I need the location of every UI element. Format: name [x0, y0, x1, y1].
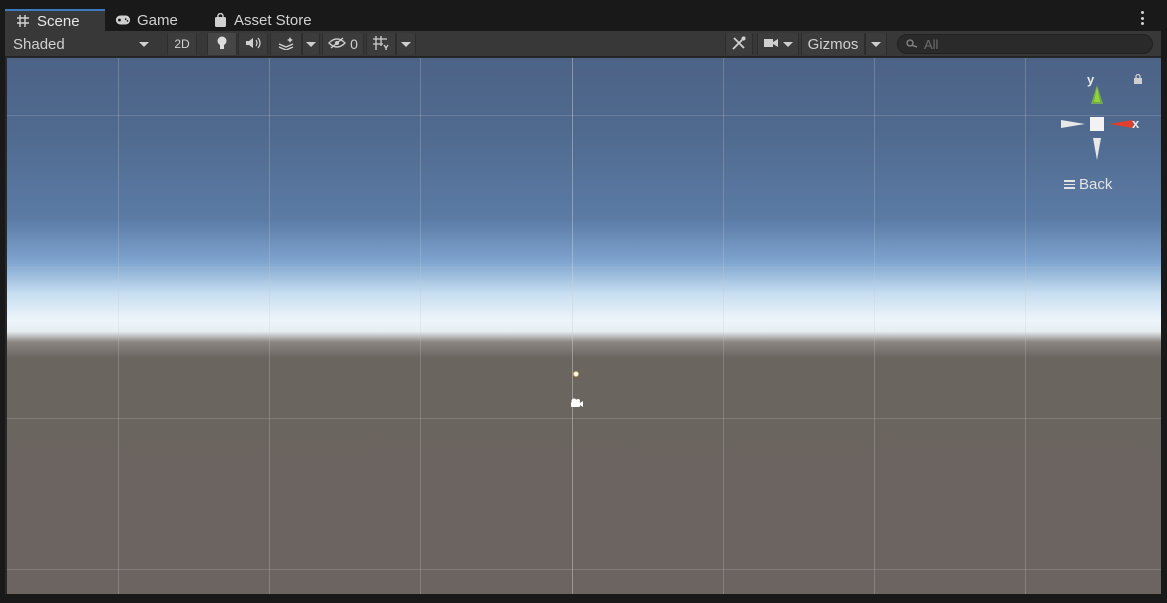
search-placeholder: All — [924, 36, 939, 52]
tools-button[interactable] — [725, 33, 753, 55]
axis-x-label: x — [1132, 116, 1140, 131]
tab-scene[interactable]: Scene — [5, 9, 105, 31]
scene-viewport[interactable]: y x Back — [7, 58, 1161, 594]
grid-line — [7, 115, 1161, 116]
tab-game[interactable]: Game — [105, 9, 188, 31]
grid-snap-icon — [372, 35, 390, 54]
toggle-2d-button[interactable]: 2D — [167, 33, 197, 55]
lighting-toggle-button[interactable] — [207, 33, 237, 55]
hidden-objects-toggle[interactable]: 0 — [322, 33, 364, 55]
grid-line — [1025, 58, 1026, 594]
scene-toolbar: Shaded 2D 0 Gizmos All — [5, 31, 1161, 57]
search-input[interactable]: All — [897, 34, 1153, 54]
grid-line — [118, 58, 119, 594]
tools-icon — [731, 35, 747, 54]
grid-line — [874, 58, 875, 594]
chevron-down-icon — [871, 41, 881, 47]
layers-sparkle-icon — [277, 36, 295, 53]
tab-game-label: Game — [137, 11, 178, 29]
grid-line — [7, 418, 1161, 419]
grid-line — [7, 267, 1161, 268]
gizmos-button[interactable]: Gizmos — [801, 33, 865, 55]
grid-line — [269, 58, 270, 594]
tab-asset-store-label: Asset Store — [234, 11, 312, 29]
gizmos-dropdown[interactable] — [865, 33, 887, 55]
scene-window: Scene Game Asset Store Shaded 2D 0 Gizmo… — [4, 4, 1162, 595]
effects-toggle-button[interactable] — [270, 33, 302, 55]
shopping-bag-icon — [212, 12, 228, 28]
camera-icon — [763, 37, 779, 52]
view-direction-label[interactable]: Back — [1064, 176, 1112, 193]
draw-mode-label: Shaded — [13, 35, 65, 53]
grid-icon — [15, 13, 31, 29]
chevron-down-icon — [306, 41, 316, 47]
menu-icon — [1064, 180, 1075, 189]
tab-bar: Scene Game Asset Store — [5, 5, 1161, 31]
directional-light-gizmo[interactable] — [573, 371, 579, 377]
grid-line — [572, 58, 573, 594]
tab-asset-store[interactable]: Asset Store — [202, 9, 322, 31]
grid-dropdown[interactable] — [396, 33, 416, 55]
chevron-down-icon — [139, 41, 149, 47]
search-icon — [906, 37, 918, 52]
axis-y-label: y — [1087, 72, 1095, 87]
lightbulb-icon — [216, 35, 228, 54]
camera-settings-dropdown[interactable] — [757, 33, 799, 55]
gamepad-icon — [115, 12, 131, 28]
eye-hidden-icon — [328, 36, 347, 52]
audio-toggle-button[interactable] — [238, 33, 268, 55]
chevron-down-icon — [401, 41, 411, 47]
camera-gizmo-icon[interactable] — [569, 397, 583, 409]
toggle-2d-label: 2D — [174, 37, 190, 51]
draw-mode-dropdown[interactable]: Shaded — [7, 33, 155, 55]
chevron-down-icon — [783, 41, 793, 47]
hidden-count: 0 — [350, 36, 358, 52]
grid-line — [420, 58, 421, 594]
grid-line — [723, 58, 724, 594]
view-direction-text: Back — [1079, 176, 1113, 193]
grid-snap-toggle[interactable] — [366, 33, 396, 55]
gizmos-label: Gizmos — [807, 35, 859, 53]
grid-line — [7, 569, 1161, 570]
tab-scene-label: Scene — [37, 12, 80, 30]
effects-dropdown[interactable] — [302, 33, 320, 55]
lock-icon[interactable] — [1133, 74, 1143, 84]
more-options-icon[interactable] — [1139, 11, 1145, 25]
speaker-icon — [245, 36, 261, 53]
